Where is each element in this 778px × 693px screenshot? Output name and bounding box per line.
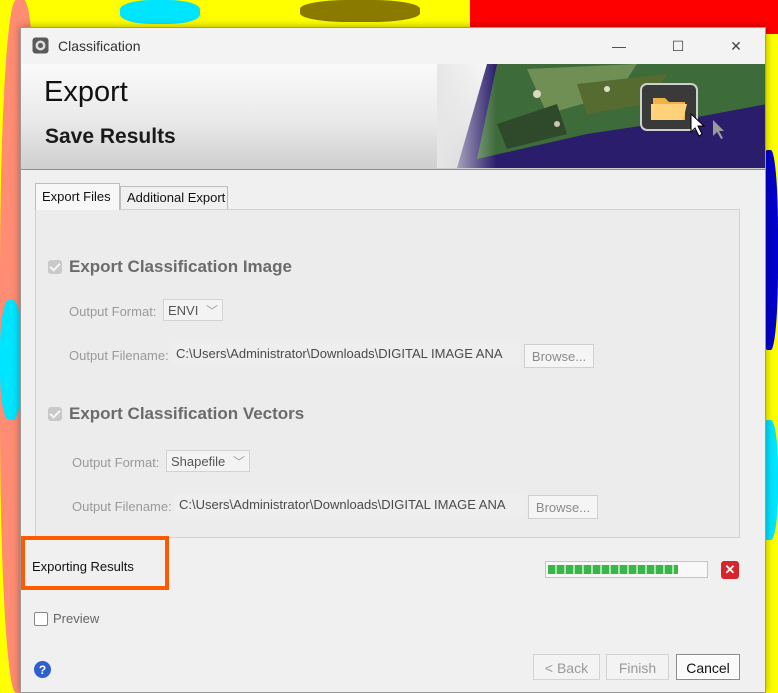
cancel-button[interactable]: Cancel	[676, 654, 740, 680]
image-format-dropdown[interactable]: ENVI ﹀	[163, 299, 223, 321]
progress-bar-fill	[548, 565, 678, 574]
preview-label: Preview	[53, 611, 100, 626]
help-icon[interactable]: ?	[34, 661, 51, 678]
banner-subtitle: Save Results	[45, 125, 176, 148]
vector-filename-field[interactable]: C:\Users\Administrator\Downloads\DIGITAL…	[175, 494, 524, 516]
title-bar: Classification — ☐ ✕	[21, 28, 765, 64]
finish-button[interactable]: Finish	[606, 654, 669, 680]
image-filename-field[interactable]: C:\Users\Administrator\Downloads\DIGITAL…	[172, 343, 520, 365]
vector-format-dropdown[interactable]: Shapefile ﹀	[166, 450, 250, 472]
wizard-banner: Export Save Results	[21, 64, 765, 170]
vector-browse-button[interactable]: Browse...	[528, 495, 598, 519]
cancel-process-icon[interactable]: ✕	[721, 561, 739, 579]
classification-dialog: Classification — ☐ ✕ Export Save Results	[20, 27, 766, 693]
maximize-button[interactable]: ☐	[655, 31, 701, 61]
satellite-image-graphic	[437, 64, 765, 168]
export-image-heading: Export Classification Image	[69, 257, 292, 276]
close-button[interactable]: ✕	[713, 31, 759, 61]
export-image-checkbox[interactable]	[48, 260, 62, 274]
vector-format-value: Shapefile	[171, 454, 226, 469]
minimize-button[interactable]: —	[596, 31, 642, 61]
tab-export-files[interactable]: Export Files	[35, 183, 120, 210]
image-format-value: ENVI	[168, 303, 199, 318]
preview-checkbox-row[interactable]: Preview	[34, 611, 99, 626]
export-vectors-heading: Export Classification Vectors	[69, 404, 305, 423]
tab-additional-export[interactable]: Additional Export	[120, 186, 228, 210]
chevron-down-icon: ﹀	[232, 455, 245, 469]
export-vectors-checkbox[interactable]	[48, 407, 62, 421]
image-browse-button[interactable]: Browse...	[524, 344, 594, 368]
image-filename-label: Output Filename:	[69, 348, 169, 363]
vector-format-label: Output Format:	[72, 455, 160, 470]
back-button[interactable]: < Back	[533, 654, 600, 680]
chevron-down-icon: ﹀	[205, 304, 218, 318]
export-files-panel: Export Classification Image Output Forma…	[35, 209, 740, 538]
envi-app-icon	[32, 37, 49, 54]
image-format-label: Output Format:	[69, 304, 157, 319]
preview-checkbox[interactable]	[34, 611, 48, 626]
progress-bar	[545, 561, 708, 578]
vector-filename-label: Output Filename:	[72, 499, 172, 514]
export-image-checkbox-row[interactable]: Export Classification Image	[48, 257, 292, 277]
export-vectors-checkbox-row[interactable]: Export Classification Vectors	[48, 404, 304, 424]
banner-title: Export	[44, 76, 128, 108]
window-title: Classification	[58, 38, 141, 54]
status-text: Exporting Results	[32, 559, 134, 574]
